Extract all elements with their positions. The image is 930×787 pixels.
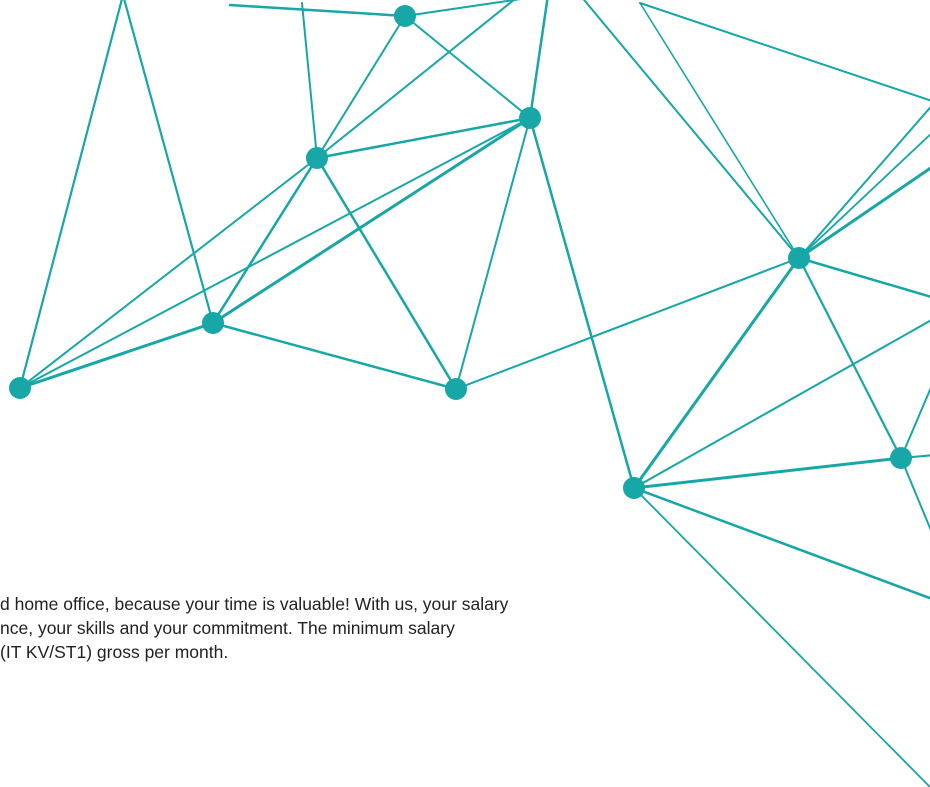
network-edge: [316, 0, 516, 159]
network-edge: [639, 2, 930, 102]
network-edge: [639, 2, 800, 259]
network-edge: [404, 0, 521, 17]
network-graphic: [9, 0, 930, 787]
network-edge: [19, 117, 531, 389]
network-edge: [632, 256, 801, 490]
network-node: [890, 447, 912, 469]
network-edge: [900, 387, 930, 459]
network-edge: [301, 2, 318, 159]
network-edge: [315, 156, 458, 391]
network-edge: [211, 321, 458, 391]
network-edge: [316, 15, 406, 159]
network-edge: [632, 486, 930, 600]
network-node: [202, 312, 224, 334]
network-edge: [211, 156, 319, 325]
network-node: [445, 378, 467, 400]
network-edge: [633, 319, 930, 489]
network-node: [519, 107, 541, 129]
network-edge: [18, 321, 215, 390]
network-edge: [455, 257, 800, 390]
network-edge: [632, 456, 903, 490]
network-edge: [797, 256, 930, 298]
network-node: [623, 477, 645, 499]
network-edge: [900, 457, 930, 531]
network-edge: [797, 256, 903, 460]
network-node: [9, 377, 31, 399]
body-text-line-2: nce, your skills and your commitment. Th…: [0, 618, 455, 638]
network-node: [394, 5, 416, 27]
network-edge: [528, 0, 549, 120]
network-node: [306, 147, 328, 169]
network-edge: [582, 0, 800, 259]
body-text-line-3: (IT KV/ST1) gross per month.: [0, 642, 229, 662]
network-node: [788, 247, 810, 269]
network-edge: [404, 15, 531, 119]
network-edge: [19, 157, 318, 389]
body-text-line-1: d home office, because your time is valu…: [0, 594, 509, 614]
network-edge: [228, 3, 407, 18]
network-edge: [798, 133, 930, 259]
network-edge: [798, 106, 930, 259]
page: d home office, because your time is valu…: [0, 0, 930, 787]
network-edge: [797, 166, 930, 260]
network-edge: [18, 0, 123, 390]
body-text: d home office, because your time is valu…: [0, 592, 700, 664]
network-edge: [528, 116, 636, 490]
